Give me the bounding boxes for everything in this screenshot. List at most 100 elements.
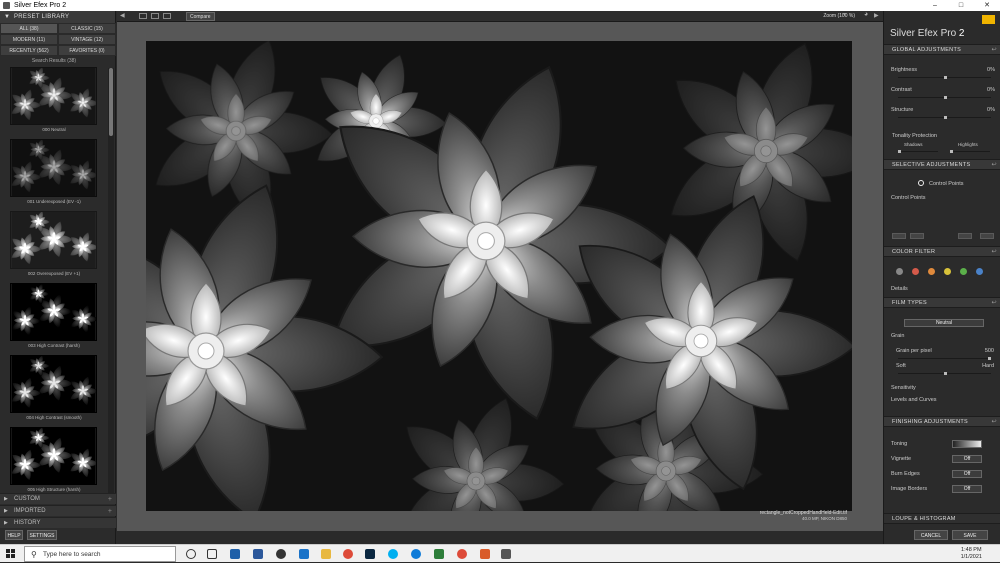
brightness-row[interactable]: Brightness 0% bbox=[891, 67, 995, 75]
reset-arrow-icon[interactable]: ↩ bbox=[992, 160, 997, 170]
preset-thumbnail[interactable] bbox=[10, 283, 97, 341]
highlights-slider[interactable] bbox=[950, 150, 990, 153]
maximize-icon[interactable]: □ bbox=[948, 0, 974, 11]
details-toggle[interactable]: Details bbox=[891, 286, 995, 294]
edge-icon[interactable] bbox=[411, 549, 421, 559]
chrome-icon[interactable] bbox=[343, 549, 353, 559]
section-loupe-histogram[interactable]: LOUPE & HISTOGRAM bbox=[884, 513, 1000, 524]
word-icon[interactable] bbox=[253, 549, 263, 559]
color-filter-green[interactable] bbox=[960, 268, 967, 275]
film-type-select[interactable]: Neutral bbox=[904, 319, 984, 327]
color-filter-orange[interactable] bbox=[928, 268, 935, 275]
section-film-types[interactable]: FILM TYPES ↩ bbox=[884, 297, 1000, 308]
slider-handle[interactable] bbox=[944, 96, 947, 99]
collapse-left-icon[interactable]: ◀ bbox=[120, 12, 128, 19]
burn-edges-select[interactable]: Off bbox=[952, 470, 982, 478]
preset-scrollbar[interactable] bbox=[108, 68, 114, 504]
preview-image[interactable] bbox=[146, 41, 852, 511]
photos-icon[interactable] bbox=[230, 549, 240, 559]
color-picker-icon[interactable]: ◕ bbox=[864, 11, 872, 18]
category-classic[interactable]: CLASSIC (15) bbox=[58, 23, 116, 34]
color-filter-blue[interactable] bbox=[976, 268, 983, 275]
save-button[interactable]: SAVE bbox=[952, 530, 988, 540]
slider-handle[interactable] bbox=[988, 357, 991, 360]
collection-history[interactable]: ▶ HISTORY bbox=[0, 517, 116, 528]
preset-thumbnail[interactable] bbox=[10, 427, 97, 485]
taskbar-search-input[interactable]: ⚲ Type here to search bbox=[24, 546, 176, 562]
contrast-slider[interactable] bbox=[898, 96, 991, 99]
add-icon[interactable]: + bbox=[108, 506, 112, 517]
system-clock[interactable]: 1:48 PM 1/1/2021 bbox=[961, 547, 982, 561]
paint-icon[interactable] bbox=[480, 549, 490, 559]
chrome-icon[interactable] bbox=[457, 549, 467, 559]
help-button[interactable]: HELP bbox=[5, 530, 23, 540]
slider-handle[interactable] bbox=[950, 150, 953, 153]
vignette-select[interactable]: Off bbox=[952, 455, 982, 463]
compare-button[interactable]: Compare bbox=[186, 12, 215, 21]
reset-arrow-icon[interactable]: ↩ bbox=[992, 247, 997, 257]
app-icon[interactable] bbox=[501, 549, 511, 559]
image-borders-select[interactable]: Off bbox=[952, 485, 982, 493]
cp-group-button[interactable] bbox=[910, 233, 924, 239]
reset-arrow-icon[interactable]: ↩ bbox=[992, 45, 997, 55]
skype-icon[interactable] bbox=[388, 549, 398, 559]
section-finishing-adjustments[interactable]: FINISHING ADJUSTMENTS ↩ bbox=[884, 416, 1000, 427]
color-filter-yellow[interactable] bbox=[944, 268, 951, 275]
category-vintage[interactable]: VINTAGE (12) bbox=[58, 34, 116, 45]
preset-thumbnail[interactable] bbox=[10, 355, 97, 413]
grain-hardness-row[interactable]: Soft Hard bbox=[896, 363, 994, 371]
zoom-chevron-icon[interactable]: ▼ bbox=[842, 12, 850, 18]
preset-library-header[interactable]: ▼ PRESET LIBRARY bbox=[0, 11, 115, 23]
task-view-icon[interactable] bbox=[207, 549, 217, 559]
add-control-point-button[interactable]: Control Points bbox=[918, 180, 978, 188]
add-icon[interactable]: + bbox=[108, 494, 112, 505]
brightness-slider[interactable] bbox=[898, 76, 991, 79]
preset-thumbnail[interactable] bbox=[10, 67, 97, 125]
toning-gradient[interactable] bbox=[952, 440, 982, 448]
structure-row[interactable]: Structure 0% bbox=[891, 107, 995, 115]
category-recently[interactable]: RECENTLY (562) bbox=[0, 45, 58, 56]
single-view-icon[interactable] bbox=[139, 13, 147, 19]
slider-handle[interactable] bbox=[944, 76, 947, 79]
color-filter-neutral[interactable] bbox=[896, 268, 903, 275]
section-selective-adjustments[interactable]: SELECTIVE ADJUSTMENTS ↩ bbox=[884, 159, 1000, 170]
structure-slider[interactable] bbox=[898, 116, 991, 119]
mail-icon[interactable] bbox=[299, 549, 309, 559]
section-color-filter[interactable]: COLOR FILTER ↩ bbox=[884, 246, 1000, 257]
lightroom-icon[interactable] bbox=[365, 549, 375, 559]
windows-start-icon[interactable] bbox=[6, 549, 16, 559]
file-explorer-icon[interactable] bbox=[321, 549, 331, 559]
sensitivity-toggle[interactable]: Sensitivity bbox=[891, 385, 995, 393]
media-icon[interactable] bbox=[276, 549, 286, 559]
grain-slider[interactable] bbox=[898, 357, 991, 360]
grain-per-pixel-row[interactable]: Grain per pixel 500 bbox=[896, 348, 994, 356]
section-global-adjustments[interactable]: GLOBAL ADJUSTMENTS ↩ bbox=[884, 44, 1000, 55]
hardness-slider[interactable] bbox=[898, 372, 991, 375]
color-filter-red[interactable] bbox=[912, 268, 919, 275]
side-by-side-view-icon[interactable] bbox=[163, 13, 171, 19]
collection-imported[interactable]: ▶ IMPORTED + bbox=[0, 505, 116, 516]
cp-show-button[interactable] bbox=[958, 233, 972, 239]
close-icon[interactable]: ✕ bbox=[974, 0, 1000, 11]
cp-delete-button[interactable] bbox=[980, 233, 994, 239]
zoom-dropdown[interactable]: Zoom (100 %) bbox=[823, 13, 855, 19]
shadows-slider[interactable] bbox=[898, 150, 938, 153]
slider-handle[interactable] bbox=[944, 372, 947, 375]
collapse-right-icon[interactable]: ▶ bbox=[874, 12, 882, 19]
contrast-row[interactable]: Contrast 0% bbox=[891, 87, 995, 95]
collection-custom[interactable]: ▶ CUSTOM + bbox=[0, 493, 116, 504]
preset-thumbnail[interactable] bbox=[10, 211, 97, 269]
minimize-icon[interactable]: – bbox=[922, 0, 948, 11]
cortana-icon[interactable] bbox=[186, 549, 196, 559]
store-icon[interactable] bbox=[434, 549, 444, 559]
category-favorites[interactable]: FAVORITES (0) bbox=[58, 45, 116, 56]
category-all[interactable]: ALL (38) bbox=[0, 23, 58, 34]
slider-handle[interactable] bbox=[898, 150, 901, 153]
settings-button[interactable]: SETTINGS bbox=[27, 530, 57, 540]
preset-thumbnail[interactable] bbox=[10, 139, 97, 197]
scrollbar-thumb[interactable] bbox=[109, 68, 113, 136]
reset-arrow-icon[interactable]: ↩ bbox=[992, 298, 997, 308]
category-modern[interactable]: MODERN (11) bbox=[0, 34, 58, 45]
slider-handle[interactable] bbox=[944, 116, 947, 119]
levels-curves-toggle[interactable]: Levels and Curves bbox=[891, 397, 995, 405]
